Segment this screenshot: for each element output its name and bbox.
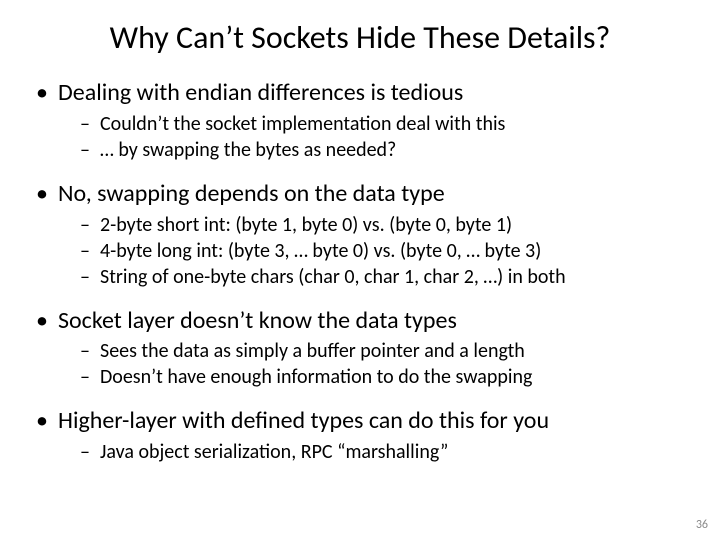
slide: Why Can’t Sockets Hide These Details? De…: [0, 0, 720, 540]
bullet-lvl2: Couldn’t the socket implementation deal …: [32, 112, 688, 136]
slide-body: Dealing with endian differences is tedio…: [32, 79, 688, 464]
bullet-lvl2: String of one-byte chars (char 0, char 1…: [32, 265, 688, 289]
bullet-lvl2: 2-byte short int: (byte 1, byte 0) vs. (…: [32, 213, 688, 237]
bullet-lvl2: Sees the data as simply a buffer pointer…: [32, 339, 688, 363]
bullet-lvl2: 4-byte long int: (byte 3, … byte 0) vs. …: [32, 239, 688, 263]
bullet-lvl2: Java object serialization, RPC “marshall…: [32, 440, 688, 464]
page-number: 36: [696, 518, 708, 532]
bullet-lvl1: Higher-layer with defined types can do t…: [32, 407, 688, 436]
bullet-lvl1: No, swapping depends on the data type: [32, 180, 688, 209]
bullet-lvl2-group: Couldn’t the socket implementation deal …: [32, 112, 688, 162]
bullet-lvl1: Dealing with endian differences is tedio…: [32, 79, 688, 108]
bullet-lvl2: Doesn’t have enough information to do th…: [32, 365, 688, 389]
bullet-lvl2-group: Sees the data as simply a buffer pointer…: [32, 339, 688, 389]
bullet-lvl2-group: 2-byte short int: (byte 1, byte 0) vs. (…: [32, 213, 688, 289]
bullet-lvl1: Socket layer doesn’t know the data types: [32, 307, 688, 336]
bullet-lvl2-group: Java object serialization, RPC “marshall…: [32, 440, 688, 464]
slide-title: Why Can’t Sockets Hide These Details?: [32, 18, 688, 57]
bullet-lvl2: … by swapping the bytes as needed?: [32, 138, 688, 162]
